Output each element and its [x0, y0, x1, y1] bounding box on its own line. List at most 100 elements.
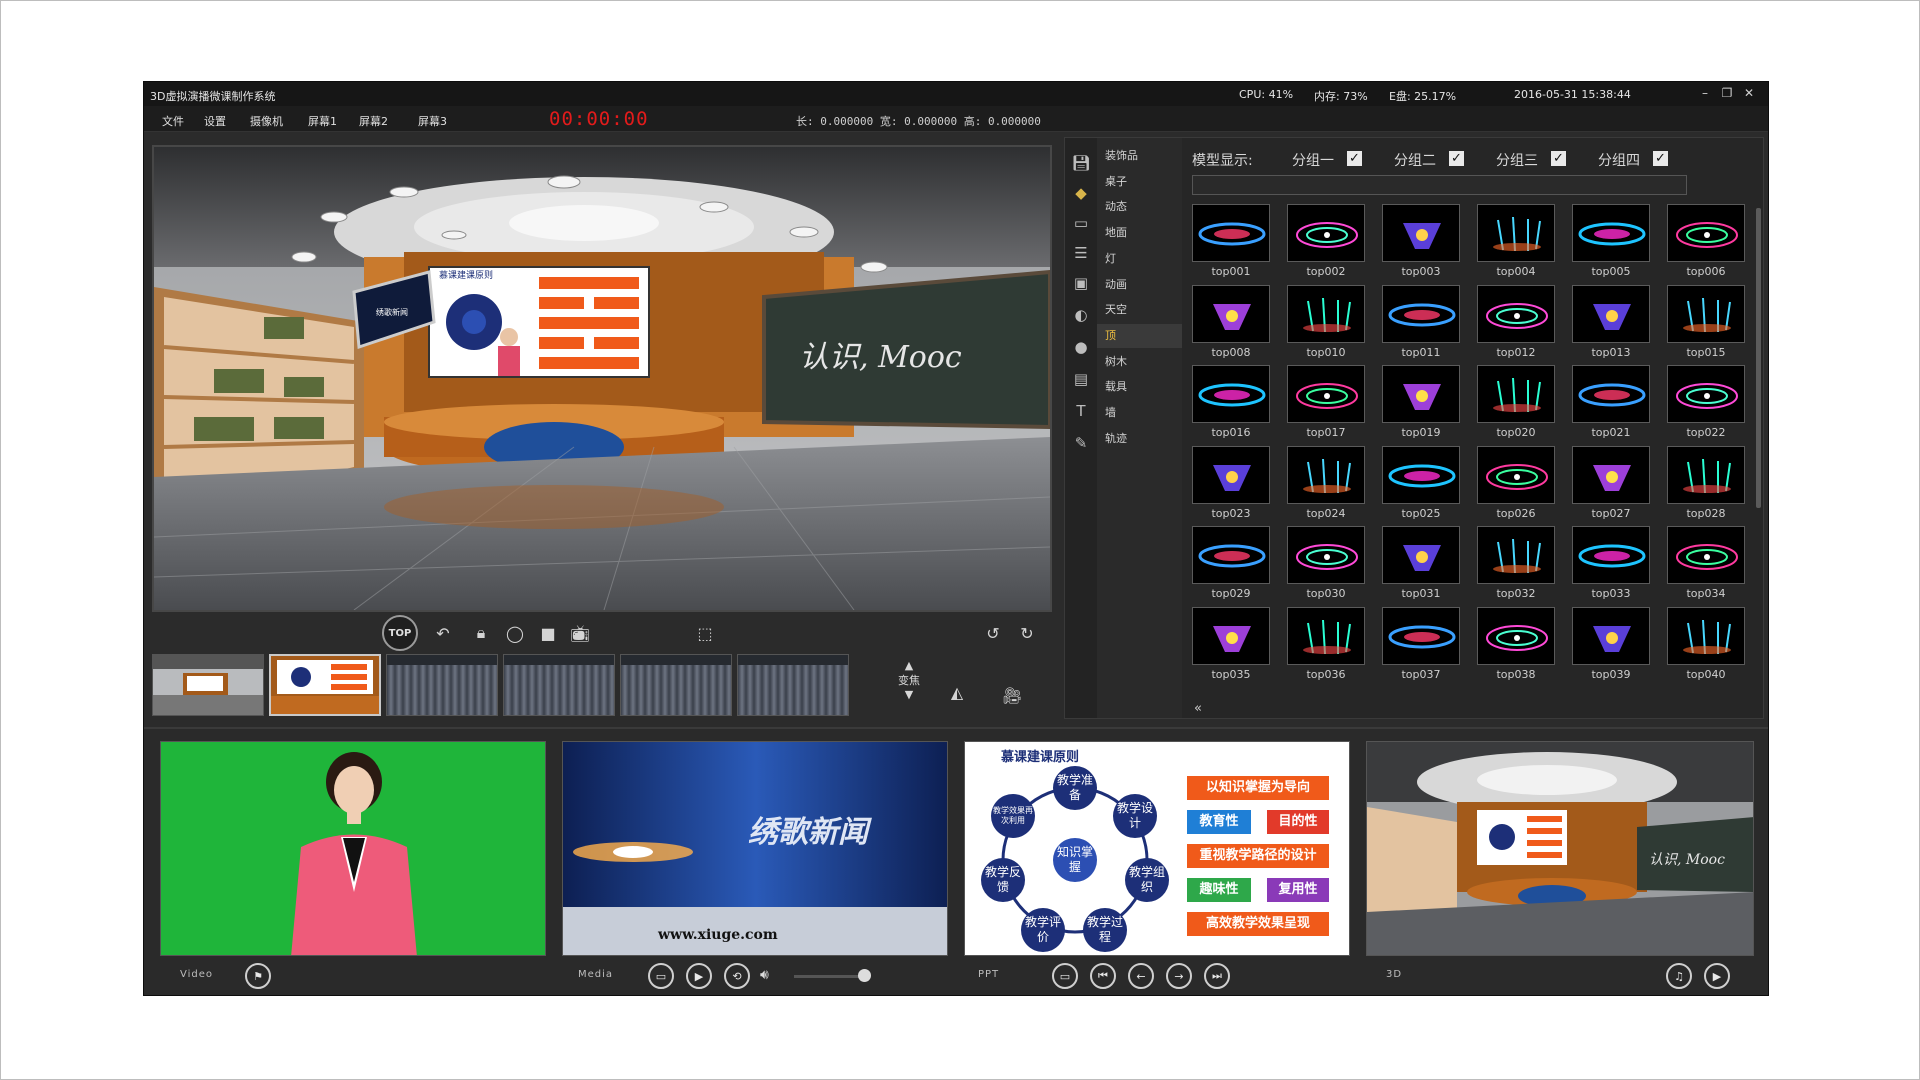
brush-icon[interactable]: ✎	[1070, 432, 1092, 454]
model-thumbnail[interactable]: top038	[1477, 606, 1555, 687]
category-item[interactable]: 动态	[1097, 195, 1182, 219]
music-icon[interactable]: ♫	[1666, 963, 1692, 989]
video-camera-icon[interactable]: ⚑	[245, 963, 271, 989]
model-thumbnail[interactable]: top006	[1667, 204, 1745, 284]
scene-thumb-5[interactable]	[620, 654, 732, 716]
model-thumbnail[interactable]: top020	[1477, 365, 1555, 445]
model-thumbnail[interactable]: top039	[1572, 606, 1650, 687]
category-item[interactable]: 天空	[1097, 298, 1182, 322]
model-thumbnail[interactable]: top028	[1667, 445, 1745, 526]
model-thumbnail[interactable]: top003	[1382, 204, 1460, 284]
restore-icon[interactable]: ❐	[1718, 85, 1736, 101]
model-thumbnail[interactable]: top005	[1572, 204, 1650, 284]
screenshot-region-icon[interactable]: ⬚	[692, 620, 718, 646]
model-thumbnail[interactable]: top016	[1192, 365, 1270, 445]
category-item[interactable]: 灯	[1097, 247, 1182, 271]
model-thumbnail[interactable]: top040	[1667, 606, 1745, 687]
save-icon[interactable]: 💾︎	[1070, 152, 1092, 174]
media-loop-icon[interactable]: ⟲	[724, 963, 750, 989]
category-item[interactable]: 顶	[1097, 323, 1182, 348]
ppt-source-panel[interactable]: 慕课建课原则 知识掌握 教学准备 教学设计 教学组织 教学过程 教学评价 教学反…	[964, 741, 1350, 956]
ppt-first-icon[interactable]: ⏮	[1090, 963, 1116, 989]
category-item[interactable]: 桌子	[1097, 170, 1182, 194]
group-2-checkbox[interactable]: ✓	[1449, 151, 1464, 166]
stop-icon[interactable]: ■	[535, 620, 561, 646]
list-icon[interactable]: ☰	[1070, 242, 1092, 264]
ppt-prev-icon[interactable]: ←	[1128, 963, 1154, 989]
camera-angle-icon[interactable]: ◭	[944, 679, 970, 705]
image-icon[interactable]: ▣	[1070, 272, 1092, 294]
category-item[interactable]: 轨迹	[1097, 427, 1182, 451]
category-item[interactable]: 载具	[1097, 375, 1182, 399]
tv-icon[interactable]: 📺︎	[567, 620, 593, 646]
rotate-right-icon[interactable]: ↻	[1014, 620, 1040, 646]
model-thumbnail[interactable]: top008	[1192, 284, 1270, 365]
scene-thumb-2[interactable]	[269, 654, 381, 716]
undo-icon[interactable]: ↶	[430, 620, 456, 646]
model-thumbnail[interactable]: top023	[1192, 445, 1270, 526]
model-thumbnail[interactable]: top035	[1192, 606, 1270, 687]
lock-icon[interactable]: 🔒︎	[468, 620, 494, 646]
model-thumbnail[interactable]: top010	[1287, 284, 1365, 365]
text-icon[interactable]: T	[1070, 400, 1092, 422]
scene-thumb-1[interactable]	[152, 654, 264, 716]
category-item[interactable]: 树木	[1097, 350, 1182, 374]
zoom-up-icon[interactable]: ▲	[889, 659, 929, 672]
model-scrollbar[interactable]	[1756, 208, 1761, 508]
model-thumbnail[interactable]: top033	[1572, 526, 1650, 606]
volume-icon[interactable]: 🔊︎	[760, 967, 769, 983]
menu-settings[interactable]: 设置	[204, 113, 226, 129]
picture-icon[interactable]: ▤	[1070, 368, 1092, 390]
category-item[interactable]: 墙	[1097, 401, 1182, 425]
model-thumbnail[interactable]: top037	[1382, 606, 1460, 687]
menu-screen2[interactable]: 屏幕2	[359, 113, 388, 129]
model-thumbnail[interactable]: top011	[1382, 284, 1460, 365]
model-thumbnail[interactable]: top001	[1192, 204, 1270, 284]
model-thumbnail[interactable]: top021	[1572, 365, 1650, 445]
video-source-panel[interactable]	[160, 741, 546, 956]
model-icon[interactable]: ◆	[1070, 182, 1092, 204]
model-thumbnail[interactable]: top025	[1382, 445, 1460, 526]
monitor-icon[interactable]: ▭	[1070, 212, 1092, 234]
model-thumbnail[interactable]: top015	[1667, 284, 1745, 365]
menu-file[interactable]: 文件	[162, 113, 184, 129]
model-thumbnail[interactable]: top019	[1382, 365, 1460, 445]
category-item[interactable]: 装饰品	[1097, 144, 1182, 168]
sphere-icon[interactable]: ●	[1070, 336, 1092, 358]
ppt-last-icon[interactable]: ⏭	[1204, 963, 1230, 989]
category-item[interactable]: 地面	[1097, 221, 1182, 245]
model-thumbnail[interactable]: top026	[1477, 445, 1555, 526]
model-thumbnail[interactable]: top024	[1287, 445, 1365, 526]
model-thumbnail[interactable]: top030	[1287, 526, 1365, 606]
media-source-panel[interactable]: 绣歌新闻 www.xiuge.com	[562, 741, 948, 956]
zoom-down-icon[interactable]: ▼	[889, 688, 929, 701]
scene-thumb-6[interactable]	[737, 654, 849, 716]
group-3-checkbox[interactable]: ✓	[1551, 151, 1566, 166]
model-thumbnail[interactable]: top036	[1287, 606, 1365, 687]
media-play-icon[interactable]: ▶	[686, 963, 712, 989]
model-thumbnail[interactable]: top012	[1477, 284, 1555, 365]
model-thumbnail[interactable]: top029	[1192, 526, 1270, 606]
model-thumbnail[interactable]: top004	[1477, 204, 1555, 284]
model-thumbnail[interactable]: top032	[1477, 526, 1555, 606]
palette-icon[interactable]: ◐	[1070, 304, 1092, 326]
model-thumbnail[interactable]: top022	[1667, 365, 1745, 445]
threed-source-panel[interactable]: 认识, Mooc	[1366, 741, 1754, 956]
group-1-checkbox[interactable]: ✓	[1347, 151, 1362, 166]
camera-capture-icon[interactable]: 🎥︎	[999, 682, 1025, 708]
studio-preview[interactable]: 慕课建课原则 绣歌新闻 认识, Mooc	[152, 145, 1052, 612]
scene-thumb-3[interactable]	[386, 654, 498, 716]
menu-screen1[interactable]: 屏幕1	[308, 113, 337, 129]
threed-play-icon[interactable]: ▶	[1704, 963, 1730, 989]
menu-camera[interactable]: 摄像机	[250, 113, 283, 129]
model-thumbnail[interactable]: top013	[1572, 284, 1650, 365]
collapse-icon[interactable]: «	[1194, 701, 1202, 716]
menu-screen3[interactable]: 屏幕3	[418, 113, 447, 129]
ppt-open-icon[interactable]: ▭	[1052, 963, 1078, 989]
record-icon[interactable]: ◯	[502, 620, 528, 646]
model-thumbnail[interactable]: top017	[1287, 365, 1365, 445]
rotate-left-icon[interactable]: ↺	[980, 620, 1006, 646]
media-open-icon[interactable]: ▭	[648, 963, 674, 989]
model-thumbnail[interactable]: top034	[1667, 526, 1745, 606]
close-icon[interactable]: ✕	[1740, 85, 1758, 101]
